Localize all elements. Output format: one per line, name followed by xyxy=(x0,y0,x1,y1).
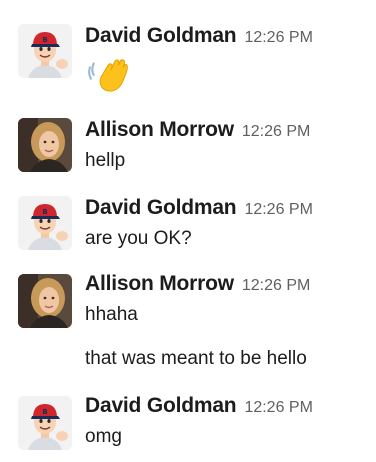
bitmoji-avatar-icon xyxy=(18,196,72,250)
avatar[interactable] xyxy=(18,118,72,172)
message-group: Allison Morrow 12:26 PM hhaha that was me… xyxy=(0,262,376,382)
author-name[interactable]: Allison Morrow xyxy=(85,118,234,141)
message-text: omg xyxy=(85,426,122,447)
bitmoji-avatar-icon xyxy=(18,24,72,78)
avatar[interactable] xyxy=(18,396,72,450)
bitmoji-avatar-icon xyxy=(18,396,72,450)
waving-hand-emoji-icon xyxy=(84,54,132,94)
message-header: Allison Morrow 12:26 PM xyxy=(85,272,310,296)
message-header: David Goldman 12:26 PM xyxy=(85,24,313,48)
author-name[interactable]: Allison Morrow xyxy=(85,272,234,295)
message-text: hhaha xyxy=(85,304,138,325)
message-text: are you OK? xyxy=(85,228,192,249)
timestamp[interactable]: 12:26 PM xyxy=(242,277,310,294)
avatar[interactable] xyxy=(18,24,72,78)
author-name[interactable]: David Goldman xyxy=(85,196,237,219)
message-text: that was meant to be hello xyxy=(85,348,307,369)
message-group: David Goldman 12:26 PM omg xyxy=(0,382,376,462)
message-text: hellp xyxy=(85,150,126,171)
author-name[interactable]: David Goldman xyxy=(85,394,237,417)
message-group: David Goldman 12:26 PM xyxy=(0,0,376,100)
message-group: David Goldman 12:26 PM are you OK? xyxy=(0,180,376,260)
author-name[interactable]: David Goldman xyxy=(85,24,237,47)
message-group: Allison Morrow 12:26 PM hellp xyxy=(0,100,376,180)
timestamp[interactable]: 12:26 PM xyxy=(244,399,312,416)
avatar[interactable] xyxy=(18,196,72,250)
avatar[interactable] xyxy=(18,274,72,328)
timestamp[interactable]: 12:26 PM xyxy=(244,29,312,46)
photo-avatar-icon xyxy=(18,118,72,172)
message-header: David Goldman 12:26 PM xyxy=(85,394,313,418)
timestamp[interactable]: 12:26 PM xyxy=(244,201,312,218)
message-header: David Goldman 12:26 PM xyxy=(85,196,313,220)
message-header: Allison Morrow 12:26 PM xyxy=(85,118,310,142)
photo-avatar-icon xyxy=(18,274,72,328)
timestamp[interactable]: 12:26 PM xyxy=(242,123,310,140)
